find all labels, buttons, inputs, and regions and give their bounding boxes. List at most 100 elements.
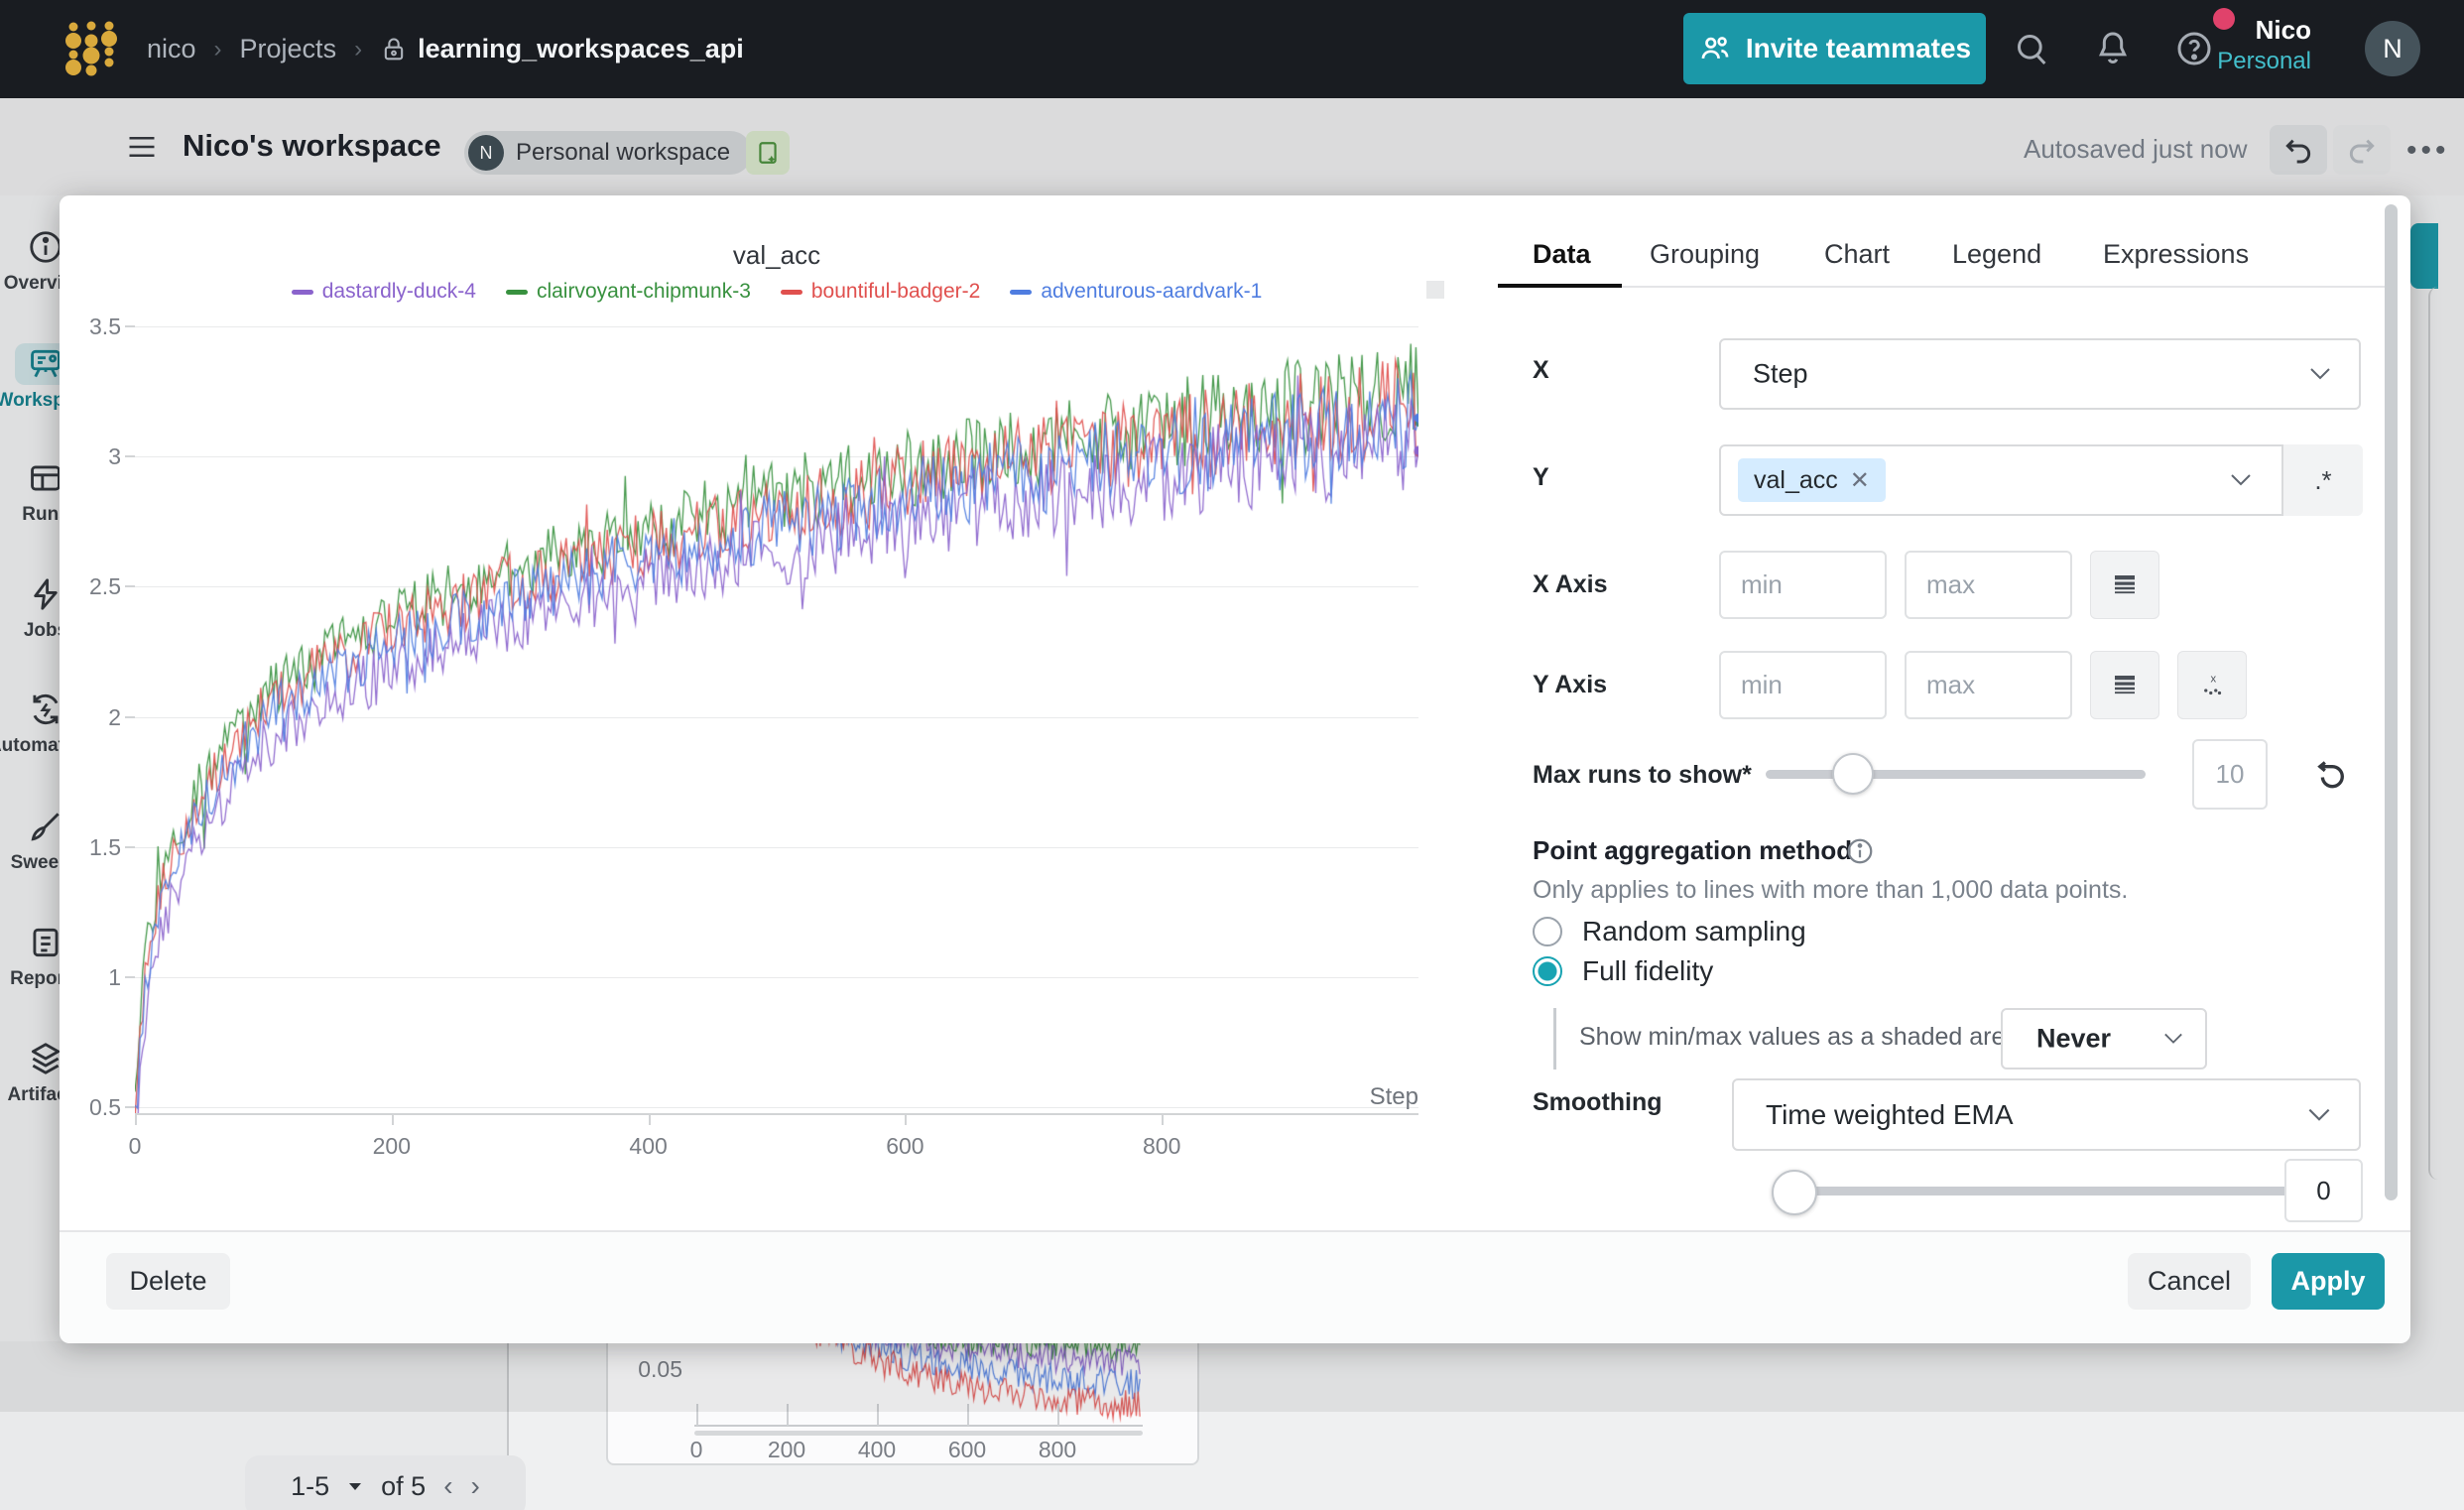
legend-swatch (292, 290, 313, 295)
tab-grouping[interactable]: Grouping (1650, 239, 1760, 270)
legend-item[interactable]: bountiful-badger-2 (781, 280, 980, 304)
mini-scrollbar[interactable] (694, 1431, 1143, 1436)
radio-icon (1533, 956, 1562, 986)
chevron-down-icon (2309, 367, 2331, 381)
y-log-scale-button[interactable] (2090, 651, 2159, 719)
point-aggregation-title: Point aggregation method (1533, 835, 1852, 866)
lock-icon (380, 35, 408, 64)
apply-button[interactable]: Apply (2272, 1253, 2385, 1310)
tab-data[interactable]: Data (1533, 239, 1591, 270)
reset-icon[interactable] (2309, 755, 2349, 795)
user-scope: Personal (2143, 47, 2311, 76)
panel-editor-modal: val_acc dastardly-duck-4clairvoyant-chip… (60, 195, 2410, 1341)
legend-swatch (1010, 290, 1032, 295)
tabs-divider (1498, 286, 2397, 288)
bell-icon[interactable] (2093, 29, 2133, 68)
page-prev-icon[interactable]: ‹ (443, 1470, 452, 1502)
radio-random-sampling[interactable]: Random sampling (1533, 916, 1806, 947)
minmax-label: Show min/max values as a shaded area (1579, 1023, 2019, 1052)
wandb-logo-icon[interactable] (34, 10, 119, 89)
mini-axis-line (694, 1425, 1143, 1427)
search-icon[interactable] (2012, 29, 2051, 68)
y-tick-mark (125, 716, 135, 718)
panel-scrollbar[interactable] (2385, 204, 2398, 1200)
x-tick-mark (135, 1113, 137, 1125)
x-tick-mark (649, 1113, 651, 1125)
people-icon (1698, 32, 1732, 65)
x-axis-line (135, 1113, 1418, 1115)
outliers-icon: x (2197, 671, 2227, 700)
pagination-control[interactable]: 1-5 of 5 ‹ › (245, 1455, 526, 1510)
x-axis-label: X Axis (1533, 570, 1608, 599)
x-field-select[interactable]: Step (1719, 338, 2361, 410)
svg-text:x: x (2210, 673, 2216, 685)
x-tick-label: 200 (362, 1133, 422, 1160)
x-tick-mark (1162, 1113, 1164, 1125)
x-tick-label: 800 (1132, 1133, 1191, 1160)
max-runs-slider[interactable] (1766, 770, 2146, 779)
x-field-label: X (1533, 356, 1549, 385)
legend-item[interactable]: adventurous-aardvark-1 (1010, 280, 1262, 304)
y-tick-label: 3 (60, 443, 121, 470)
y-axis-label: Y Axis (1533, 671, 1607, 699)
active-tab-underline (1498, 284, 1622, 288)
smoothing-value-input[interactable] (2284, 1159, 2363, 1222)
tab-chart[interactable]: Chart (1824, 239, 1890, 270)
pagination-range[interactable]: 1-5 (291, 1471, 329, 1502)
legend-item[interactable]: dastardly-duck-4 (292, 280, 476, 304)
max-runs-input[interactable] (2192, 739, 2268, 810)
x-tick-label: 600 (875, 1133, 934, 1160)
breadcrumb-separator: › (354, 36, 362, 63)
y-tick-mark (125, 325, 135, 327)
x-axis-max-input[interactable] (1905, 551, 2072, 619)
y-tick-mark (125, 976, 135, 978)
smoothing-slider-thumb[interactable] (1772, 1170, 1817, 1215)
x-axis-min-input[interactable] (1719, 551, 1887, 619)
ignore-outliers-button[interactable]: x (2177, 651, 2247, 719)
smoothing-slider[interactable] (1789, 1187, 2298, 1195)
legend-swatch (506, 290, 528, 295)
tab-expressions[interactable]: Expressions (2103, 239, 2249, 270)
y-tick-mark (125, 455, 135, 457)
cancel-button[interactable]: Cancel (2128, 1253, 2251, 1310)
breadcrumb-projects[interactable]: Projects (240, 34, 337, 64)
y-metric-chip[interactable]: val_acc ✕ (1738, 458, 1886, 502)
y-field-label: Y (1533, 463, 1549, 492)
avatar[interactable]: N (2365, 21, 2420, 76)
log-scale-icon (2110, 570, 2140, 600)
page-next-icon[interactable]: › (471, 1470, 480, 1502)
chevron-down-icon (2230, 473, 2252, 487)
regex-toggle-button[interactable]: .* (2281, 444, 2363, 516)
breadcrumb-project[interactable]: learning_workspaces_api (380, 34, 744, 64)
y-tick-label: 2 (60, 704, 121, 731)
delete-button[interactable]: Delete (106, 1253, 230, 1310)
mini-x-tick-label: 200 (757, 1437, 816, 1463)
caret-down-icon (347, 1480, 363, 1492)
x-log-scale-button[interactable] (2090, 551, 2159, 619)
breadcrumb-separator: › (214, 36, 222, 63)
chart-legend: dastardly-duck-4 clairvoyant-chipmunk-3 bo… (135, 280, 1418, 304)
chart-corner-handle[interactable] (1426, 281, 1444, 299)
chevron-down-icon (2163, 1033, 2183, 1046)
y-axis-min-input[interactable] (1719, 651, 1887, 719)
minmax-select[interactable]: Never (2001, 1008, 2207, 1070)
smoothing-select[interactable]: Time weighted EMA (1732, 1078, 2361, 1151)
tab-legend[interactable]: Legend (1952, 239, 2041, 270)
notification-dot (2213, 8, 2235, 30)
info-icon[interactable] (1845, 836, 1875, 866)
pagination-total: of 5 (381, 1471, 426, 1502)
invite-teammates-button[interactable]: Invite teammates (1683, 13, 1986, 84)
x-tick-mark (905, 1113, 907, 1125)
remove-metric-icon[interactable]: ✕ (1850, 466, 1870, 495)
y-axis-max-input[interactable] (1905, 651, 2072, 719)
breadcrumb-entity[interactable]: nico (147, 34, 196, 64)
y-tick-label: 2.5 (60, 573, 121, 600)
smoothing-label: Smoothing (1533, 1088, 1663, 1117)
radio-full-fidelity[interactable]: Full fidelity (1533, 955, 1713, 987)
indent-bar (1553, 1008, 1556, 1070)
legend-swatch (781, 290, 802, 295)
legend-item[interactable]: clairvoyant-chipmunk-3 (506, 280, 751, 304)
log-scale-icon (2110, 671, 2140, 700)
val-acc-line-chart[interactable] (135, 326, 1418, 1114)
max-runs-slider-thumb[interactable] (1832, 753, 1874, 795)
